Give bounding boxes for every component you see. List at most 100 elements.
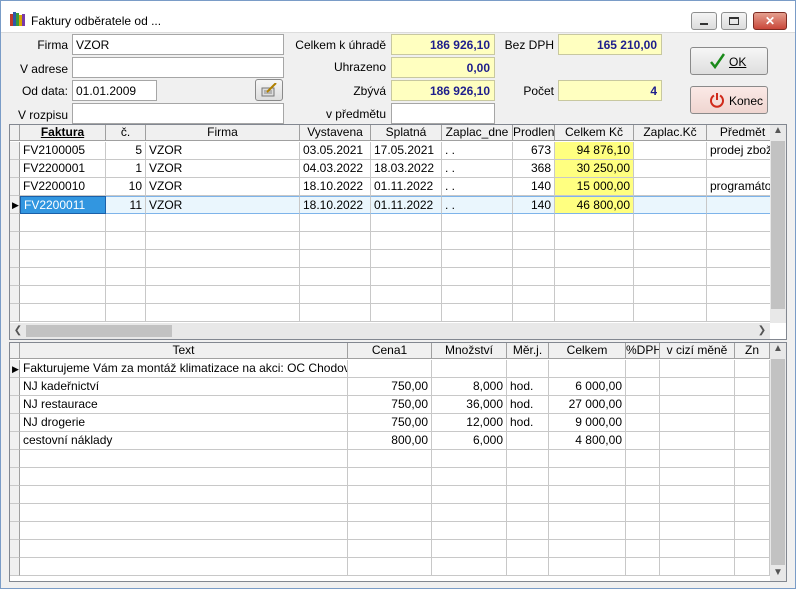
empty-cell[interactable]	[513, 214, 555, 232]
table-cell[interactable]: FV2200010	[20, 178, 106, 196]
table-cell[interactable]: Fakturujeme Vám za montáž klimatizace na…	[20, 360, 348, 378]
table-cell[interactable]: hod.	[507, 396, 549, 414]
row-indicator[interactable]	[10, 214, 20, 232]
empty-cell[interactable]	[660, 450, 735, 468]
empty-cell[interactable]	[371, 268, 442, 286]
empty-cell[interactable]	[507, 540, 549, 558]
empty-cell[interactable]	[634, 304, 707, 322]
empty-cell[interactable]	[442, 214, 513, 232]
row-indicator[interactable]	[10, 250, 20, 268]
table-cell[interactable]	[432, 360, 507, 378]
column-header[interactable]: Celkem Kč	[555, 125, 634, 141]
empty-cell[interactable]	[348, 486, 432, 504]
empty-cell[interactable]	[660, 360, 735, 378]
table-cell[interactable]: programátorské	[707, 178, 779, 196]
table-cell[interactable]: 368	[513, 160, 555, 178]
empty-cell[interactable]	[707, 268, 779, 286]
column-header[interactable]: %DPH	[626, 343, 660, 359]
empty-cell[interactable]	[707, 214, 779, 232]
row-indicator[interactable]	[10, 178, 20, 196]
empty-cell[interactable]	[555, 286, 634, 304]
empty-cell[interactable]	[735, 360, 770, 378]
empty-cell[interactable]	[735, 540, 770, 558]
empty-cell[interactable]	[555, 232, 634, 250]
table-cell[interactable]: 673	[513, 142, 555, 160]
row-indicator[interactable]: ▶	[10, 196, 20, 214]
empty-cell[interactable]	[626, 414, 660, 432]
empty-cell[interactable]	[735, 378, 770, 396]
table-cell[interactable]: 8,000	[432, 378, 507, 396]
scroll-down-icon[interactable]: ▼	[770, 567, 786, 578]
empty-cell[interactable]	[660, 396, 735, 414]
empty-cell[interactable]	[626, 558, 660, 576]
table-cell[interactable]	[634, 160, 707, 178]
table-cell[interactable]: 750,00	[348, 414, 432, 432]
empty-cell[interactable]	[371, 304, 442, 322]
empty-cell[interactable]	[106, 304, 146, 322]
empty-cell[interactable]	[634, 232, 707, 250]
column-header[interactable]: Splatná	[371, 125, 442, 141]
empty-cell[interactable]	[20, 232, 106, 250]
table-cell[interactable]: 11	[106, 196, 146, 214]
empty-cell[interactable]	[20, 468, 348, 486]
empty-cell[interactable]	[507, 522, 549, 540]
empty-cell[interactable]	[20, 522, 348, 540]
empty-cell[interactable]	[513, 268, 555, 286]
empty-cell[interactable]	[300, 232, 371, 250]
row-indicator[interactable]	[10, 540, 20, 558]
table-cell[interactable]: 9 000,00	[549, 414, 626, 432]
empty-cell[interactable]	[348, 558, 432, 576]
table-cell[interactable]	[707, 196, 779, 214]
empty-cell[interactable]	[348, 522, 432, 540]
empty-cell[interactable]	[106, 232, 146, 250]
row-indicator[interactable]	[10, 414, 20, 432]
empty-cell[interactable]	[371, 214, 442, 232]
table-cell[interactable]: 6,000	[432, 432, 507, 450]
table-cell[interactable]: VZOR	[146, 160, 300, 178]
column-header[interactable]: v cizí měně	[660, 343, 735, 359]
empty-cell[interactable]	[660, 486, 735, 504]
empty-cell[interactable]	[513, 286, 555, 304]
table-cell[interactable]: 5	[106, 142, 146, 160]
scroll-thumb[interactable]	[771, 141, 785, 309]
empty-cell[interactable]	[549, 486, 626, 504]
table-cell[interactable]: . .	[442, 196, 513, 214]
items-vscroll[interactable]: ▲ ▼	[770, 343, 786, 581]
row-indicator[interactable]	[10, 522, 20, 540]
empty-cell[interactable]	[146, 214, 300, 232]
empty-cell[interactable]	[626, 396, 660, 414]
row-indicator[interactable]: ▶	[10, 360, 20, 378]
row-indicator[interactable]	[10, 432, 20, 450]
empty-cell[interactable]	[106, 214, 146, 232]
empty-cell[interactable]	[432, 486, 507, 504]
column-header[interactable]: Firma	[146, 125, 300, 141]
table-cell[interactable]: prodej zboží	[707, 142, 779, 160]
empty-cell[interactable]	[660, 522, 735, 540]
konec-button[interactable]: Konec	[690, 86, 768, 114]
table-cell[interactable]: 27 000,00	[549, 396, 626, 414]
empty-cell[interactable]	[660, 378, 735, 396]
column-header[interactable]: Zaplac_dne	[442, 125, 513, 141]
empty-cell[interactable]	[507, 468, 549, 486]
table-cell[interactable]: FV2200011	[20, 196, 106, 214]
column-header[interactable]: č.	[106, 125, 146, 141]
empty-cell[interactable]	[20, 304, 106, 322]
table-cell[interactable]: VZOR	[146, 142, 300, 160]
empty-cell[interactable]	[549, 558, 626, 576]
empty-cell[interactable]	[634, 214, 707, 232]
scroll-right-icon[interactable]: ❯	[754, 325, 770, 336]
empty-cell[interactable]	[513, 232, 555, 250]
items-grid[interactable]: Text Cena1 Množství Měr.j. Celkem %DPH v cizí …	[9, 342, 787, 582]
table-cell[interactable]: 30 250,00	[555, 160, 634, 178]
empty-cell[interactable]	[300, 304, 371, 322]
vpredmetu-field[interactable]	[391, 103, 495, 124]
empty-cell[interactable]	[20, 214, 106, 232]
minimize-button[interactable]	[691, 12, 717, 30]
table-cell[interactable]: NJ restaurace	[20, 396, 348, 414]
table-cell[interactable]	[348, 360, 432, 378]
empty-cell[interactable]	[432, 504, 507, 522]
empty-cell[interactable]	[549, 468, 626, 486]
empty-cell[interactable]	[626, 450, 660, 468]
table-cell[interactable]: 18.10.2022	[300, 178, 371, 196]
empty-cell[interactable]	[513, 250, 555, 268]
